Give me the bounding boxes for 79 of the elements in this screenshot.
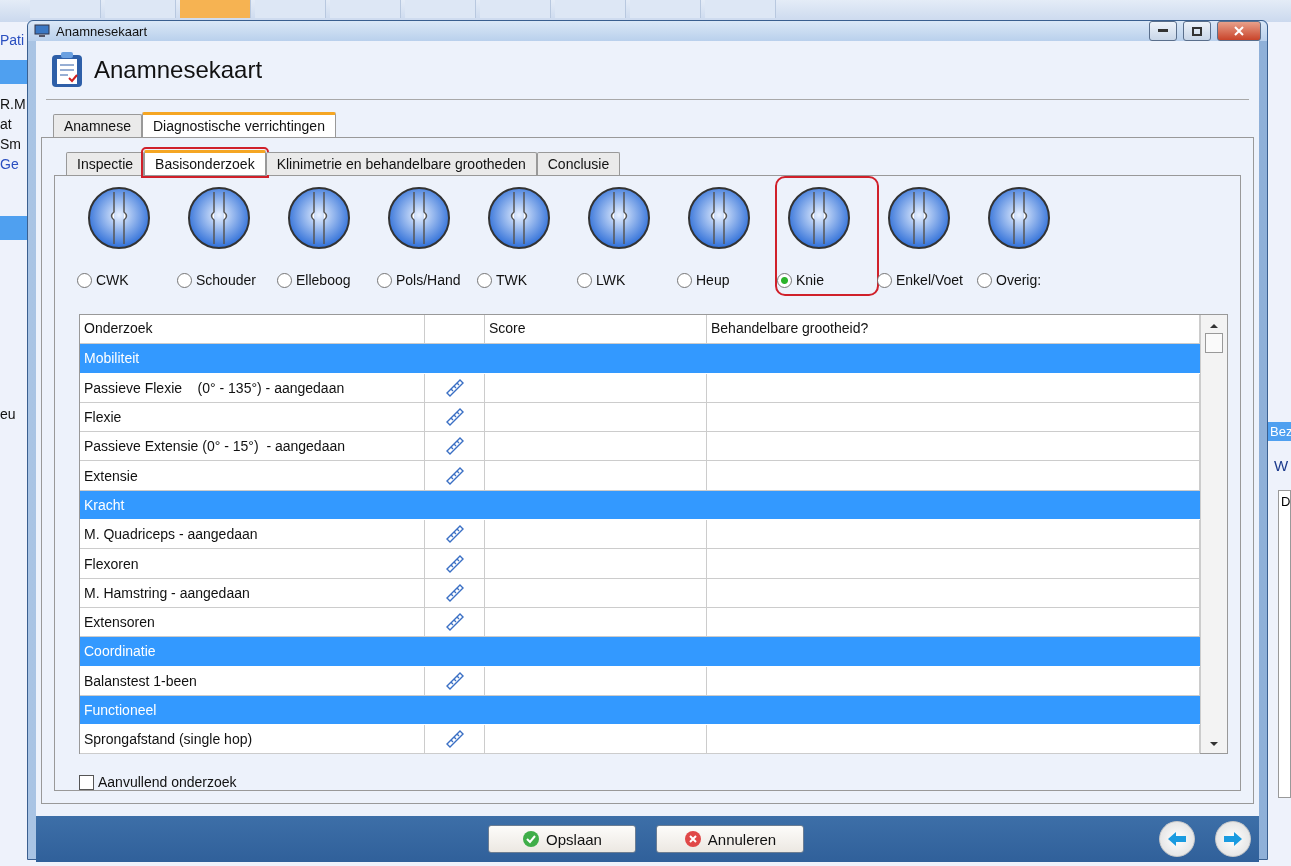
cancel-button[interactable]: Annuleren [656, 825, 804, 853]
region-radio[interactable]: CWK [77, 272, 129, 288]
left-arrow-icon [1167, 831, 1187, 847]
background-text: Pati [0, 32, 26, 48]
bone-icon [187, 186, 251, 250]
table-cell: M. Hamstring - aangedaan [80, 578, 425, 608]
background-text: Sm [0, 136, 22, 152]
tab[interactable]: Klinimetrie en behandelbare grootheden [265, 152, 537, 175]
tab[interactable]: Inspectie [66, 152, 145, 175]
scroll-up-icon[interactable] [1210, 321, 1218, 331]
bone-icon [687, 186, 751, 250]
ruler-icon[interactable] [444, 465, 465, 486]
check-icon [522, 830, 541, 848]
save-button[interactable]: Opslaan [488, 825, 636, 853]
table-cell: Sprongafstand (single hop) [80, 725, 425, 755]
region-radio[interactable]: Overig: [977, 272, 1042, 288]
extra-exam-checkbox[interactable]: Aanvullend onderzoek [79, 774, 1240, 790]
bone-icon [787, 186, 851, 250]
maximize-icon [1192, 26, 1202, 36]
bone-icon [987, 186, 1051, 250]
ruler-icon[interactable] [444, 729, 465, 750]
background-text: R.M [0, 96, 27, 112]
maximize-button[interactable] [1183, 21, 1211, 41]
ruler-icon[interactable] [444, 436, 465, 457]
region-radio[interactable]: TWK [477, 272, 528, 288]
tab[interactable]: Anamnese [53, 114, 142, 137]
ruler-icon[interactable] [444, 524, 465, 545]
table-cell: Flexoren [80, 549, 425, 579]
minimize-button[interactable] [1149, 21, 1177, 41]
clipboard-icon [50, 51, 84, 89]
background-text: at [0, 116, 13, 132]
region-radio[interactable]: Elleboog [277, 272, 351, 288]
scroll-down-icon[interactable] [1210, 739, 1218, 749]
close-icon [1234, 26, 1244, 36]
back-button[interactable] [1159, 821, 1195, 857]
scroll-thumb[interactable] [1205, 333, 1223, 353]
bone-icon [887, 186, 951, 250]
monitor-icon [34, 24, 50, 38]
table-cell: Extensie [80, 461, 425, 491]
table-cell: Passieve Flexie (0° - 135°) - aangedaan [80, 373, 425, 403]
ruler-icon[interactable] [444, 612, 465, 633]
bone-icon [287, 186, 351, 250]
bone-icon [587, 186, 651, 250]
table-cell: Flexie [80, 402, 425, 433]
forward-button[interactable] [1215, 821, 1251, 857]
region-radio[interactable]: Heup [677, 272, 730, 288]
right-arrow-icon [1223, 831, 1243, 847]
dialog-heading: Anamnesekaart [94, 56, 263, 84]
ruler-icon[interactable] [444, 670, 465, 691]
region-radio[interactable]: LWK [577, 272, 626, 288]
ruler-icon[interactable] [444, 553, 465, 574]
region-radio[interactable]: Pols/Hand [377, 272, 461, 288]
background-text: D [1278, 490, 1291, 798]
tab[interactable]: Diagnostische verrichtingen [141, 112, 336, 137]
region-radio[interactable]: Schouder [177, 272, 256, 288]
window-title: Anamnesekaart [56, 23, 149, 39]
scrollbar[interactable] [1200, 315, 1227, 753]
ruler-icon[interactable] [444, 377, 465, 398]
table-cell: Passieve Extensie (0° - 15°) - aangedaan [80, 432, 425, 462]
region-radio[interactable]: Knie [777, 272, 825, 288]
background-text: eu [0, 406, 17, 422]
bone-icon [487, 186, 551, 250]
close-button[interactable] [1217, 21, 1261, 41]
bone-icon [87, 186, 151, 250]
list-bar [0, 60, 27, 84]
background-text: Ge [0, 156, 20, 172]
list-bar [0, 216, 27, 240]
table-cell: Balanstest 1-been [80, 666, 425, 696]
ruler-icon[interactable] [444, 582, 465, 603]
region-radio[interactable]: Enkel/Voet [877, 272, 963, 288]
tab[interactable]: Basisonderzoek [144, 150, 266, 175]
table-cell: M. Quadriceps - aangedaan [80, 520, 425, 550]
background-text: Bez [1268, 422, 1291, 441]
background-text: W [1273, 457, 1290, 474]
minimize-icon [1158, 29, 1168, 33]
tab[interactable]: Conclusie [536, 152, 621, 175]
ruler-icon[interactable] [444, 407, 465, 428]
close-icon [683, 830, 702, 848]
bone-icon [387, 186, 451, 250]
